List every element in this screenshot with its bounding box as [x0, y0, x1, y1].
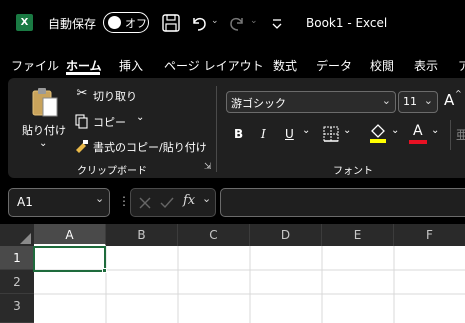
fill-handle[interactable] — [102, 268, 107, 273]
copy-icon[interactable] — [74, 113, 90, 129]
fill-color-dropdown-icon[interactable]: ⌄ — [391, 125, 399, 136]
format-painter-icon[interactable] — [74, 138, 90, 154]
font-size-dropdown-icon[interactable]: ⌄ — [424, 94, 433, 107]
column-header-a[interactable]: A — [34, 224, 106, 246]
column-header-f[interactable]: F — [394, 224, 465, 246]
column-header-c[interactable]: C — [178, 224, 250, 246]
row-header-3[interactable]: 3 — [0, 294, 34, 323]
bold-button[interactable]: B — [234, 127, 243, 141]
column-header-e[interactable]: E — [322, 224, 394, 246]
grow-font-icon[interactable]: A — [444, 91, 454, 109]
autosave-toggle[interactable]: オフ — [103, 12, 149, 33]
formula-buttons: fx ⌄ — [130, 188, 216, 217]
select-all-button[interactable] — [0, 224, 34, 246]
paste-button-label[interactable]: 貼り付け — [22, 122, 66, 138]
redo-dropdown-icon[interactable]: ⌄ — [250, 16, 258, 26]
tab-file[interactable]: ファイル — [11, 57, 59, 74]
font-group-label: フォント — [333, 166, 373, 177]
copy-button-label[interactable]: コピー — [93, 114, 126, 130]
clipboard-dialog-launcher-icon[interactable]: ⇲ — [204, 162, 212, 172]
autosave-label: 自動保存 — [48, 17, 97, 31]
row-header-2[interactable]: 2 — [0, 270, 34, 294]
name-box-value: A1 — [17, 195, 33, 209]
group-divider — [216, 86, 217, 172]
font-size-combo[interactable]: 11 ⌄ — [398, 91, 438, 113]
font-color-icon[interactable]: A — [413, 123, 423, 139]
formula-input[interactable] — [220, 188, 465, 217]
copy-dropdown-icon[interactable]: ⌄ — [136, 112, 144, 123]
font-color-dropdown-icon[interactable]: ⌄ — [431, 125, 439, 136]
toggle-knob — [108, 16, 121, 29]
save-icon[interactable] — [160, 12, 182, 34]
column-header-b[interactable]: B — [106, 224, 178, 246]
underline-dropdown-icon[interactable]: ⌄ — [302, 125, 310, 136]
italic-button[interactable]: I — [261, 127, 266, 141]
grow-font-arrow-icon: ^ — [455, 89, 462, 98]
cancel-entry-icon[interactable] — [137, 195, 153, 211]
column-header-d[interactable]: D — [250, 224, 322, 246]
font-name-dropdown-icon[interactable]: ⌄ — [382, 94, 391, 107]
row-header-1[interactable]: 1 — [0, 246, 34, 270]
undo-dropdown-icon[interactable]: ⌄ — [211, 16, 219, 26]
redo-icon[interactable] — [226, 12, 248, 34]
autosave-state: オフ — [125, 17, 147, 30]
phonetic-icon[interactable]: 亜 — [456, 126, 465, 143]
undo-icon[interactable] — [188, 12, 210, 34]
formula-dropdown-icon[interactable]: ⌄ — [202, 192, 211, 205]
active-tab-indicator — [66, 72, 100, 75]
tab-review[interactable]: 校閲 — [370, 57, 394, 74]
insert-function-icon[interactable]: fx — [183, 193, 195, 208]
font-color-swatch — [409, 140, 427, 144]
tab-formulas[interactable]: 数式 — [273, 57, 297, 74]
formula-bar-grip-icon[interactable]: ⋮ — [118, 194, 130, 208]
fill-color-icon[interactable] — [368, 122, 388, 144]
confirm-entry-icon[interactable] — [159, 195, 175, 211]
cut-button-label[interactable]: 切り取り — [93, 88, 137, 104]
paste-dropdown-icon[interactable]: ⌄ — [39, 138, 47, 149]
select-all-triangle-icon — [20, 233, 31, 244]
document-title: Book1 - Excel — [306, 16, 388, 30]
font-name-combo[interactable]: 游ゴシック ⌄ — [226, 91, 396, 113]
tab-data[interactable]: データ — [316, 57, 352, 74]
underline-button[interactable]: U — [285, 127, 294, 141]
clipboard-group-label: クリップボード — [77, 166, 147, 177]
group-divider — [450, 120, 451, 150]
font-name-value: 游ゴシック — [231, 97, 286, 110]
excel-logo-icon: X — [16, 14, 33, 31]
paste-icon[interactable] — [30, 86, 60, 118]
name-box-dropdown-icon[interactable]: ⌄ — [95, 192, 104, 205]
customize-quick-access-icon[interactable] — [266, 12, 288, 34]
name-box[interactable]: A1 ⌄ — [8, 188, 110, 217]
format-painter-label[interactable]: 書式のコピー/貼り付け — [93, 139, 207, 155]
active-cell-a1[interactable] — [33, 246, 106, 272]
tab-page-layout[interactable]: ページ レイアウト — [164, 57, 264, 74]
tab-overflow[interactable]: ア — [458, 57, 465, 74]
cut-icon[interactable]: ✂ — [74, 86, 90, 101]
font-size-value: 11 — [403, 95, 417, 108]
tab-insert[interactable]: 挿入 — [119, 57, 143, 74]
tab-view[interactable]: 表示 — [414, 57, 438, 74]
borders-icon[interactable] — [322, 125, 340, 143]
borders-dropdown-icon[interactable]: ⌄ — [343, 125, 351, 136]
